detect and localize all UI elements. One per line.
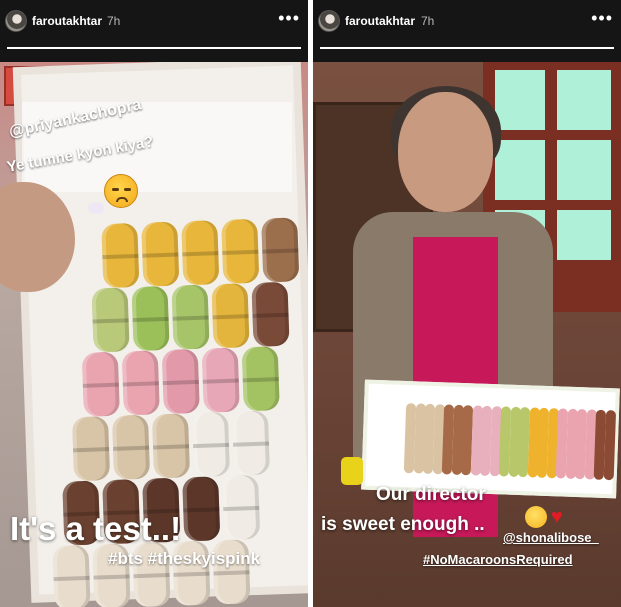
macaron [201,347,240,413]
macaron [52,544,91,607]
macaron [131,285,170,352]
macaron [222,474,261,541]
macaron [231,410,271,476]
story-left[interactable]: @priyankachopra Ye tumne kyon kiya? It's… [0,0,308,607]
macaron [181,220,220,286]
hashtags[interactable]: #bts #theskyispink [108,549,260,569]
more-options-icon[interactable]: ••• [591,8,613,29]
avatar[interactable] [318,10,340,32]
macaron [221,218,260,284]
smiling-face-emoji [525,506,547,528]
caption-line-1: Our director [376,484,486,505]
macaron [141,221,180,287]
macaron [111,414,151,480]
timestamp: 7h [107,14,121,28]
red-heart-emoji: ♥ [551,506,563,528]
more-options-icon[interactable]: ••• [278,8,300,29]
macaron [81,351,120,417]
macaron [101,222,140,289]
smartwatch [341,457,363,485]
username[interactable]: faroutakhtar [32,14,102,28]
director-photo: Our director is sweet enough .. ♥ @shona… [313,62,621,607]
macaron [182,476,221,542]
username[interactable]: faroutakhtar [345,14,415,28]
caption-line-2: is sweet enough .. [321,514,485,535]
macaron [241,346,280,412]
mention-link[interactable]: @shonalibose_ [503,530,599,545]
macaron [121,350,160,416]
story-caption: It's a test..! [10,510,182,547]
story-header: faroutakhtar 7h ••• [313,0,621,62]
macaron [161,348,200,415]
macaron [171,284,210,350]
story-header: faroutakhtar 7h ••• [0,0,308,62]
macaron [251,281,290,347]
macaron [71,416,111,482]
progress-fill [320,47,614,49]
timestamp: 7h [421,14,435,28]
progress-bar [320,47,614,49]
hashtag-link[interactable]: #NoMacaroonsRequired [423,552,573,567]
macaron [151,413,191,479]
macaron-box-photo: @priyankachopra Ye tumne kyon kiya? It's… [0,62,308,607]
nail [88,202,104,214]
macaron [603,409,616,481]
face [398,92,493,212]
macaron [191,411,231,478]
macaron [261,217,300,283]
macaron [211,283,250,349]
avatar[interactable] [5,10,27,32]
macaron [91,287,130,353]
progress-fill [7,47,301,49]
story-right[interactable]: Our director is sweet enough .. ♥ @shona… [313,0,621,607]
worried-face-emoji [104,174,138,208]
macaron-tray [361,379,620,499]
progress-bar [7,47,301,49]
